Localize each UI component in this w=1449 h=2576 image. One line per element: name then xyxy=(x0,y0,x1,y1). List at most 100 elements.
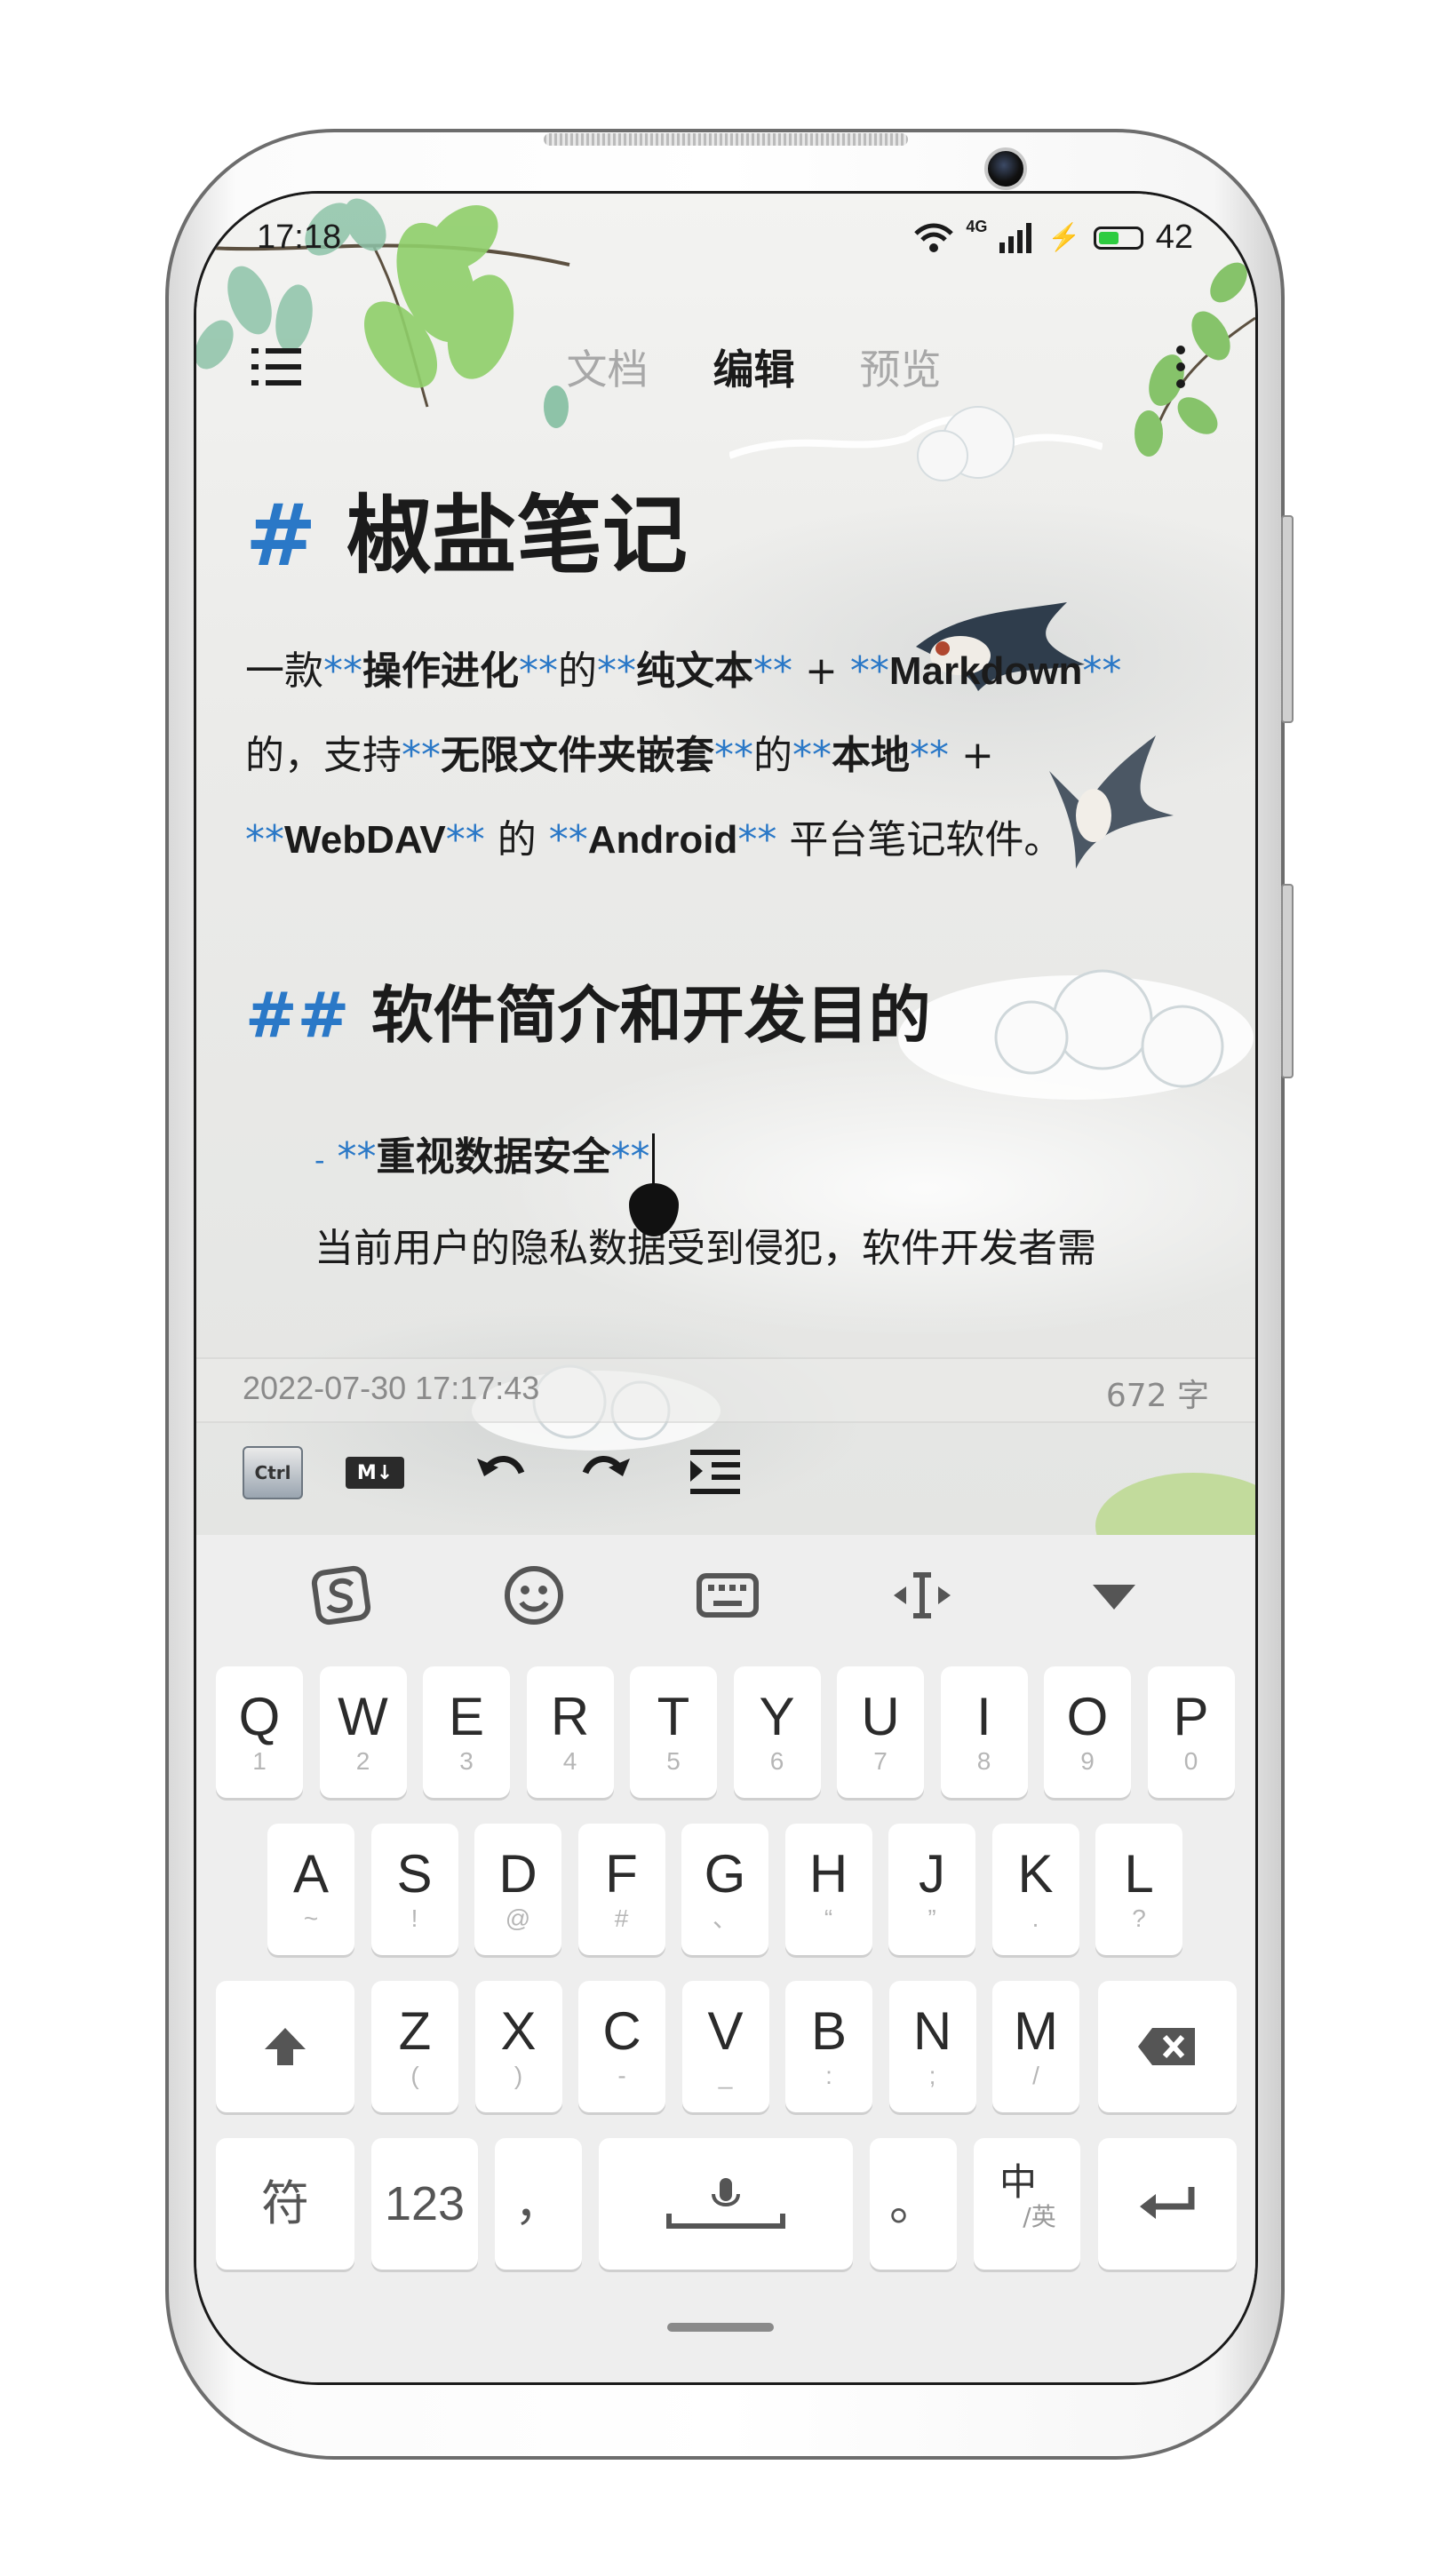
list-bold-text: 重视数据安全 xyxy=(376,1134,611,1180)
key-k[interactable]: K. xyxy=(991,1824,1079,1955)
key-label: L xyxy=(1124,1844,1154,1904)
key-sublabel: 3 xyxy=(459,1747,474,1775)
battery-icon xyxy=(1093,226,1143,250)
key-e[interactable]: E3 xyxy=(423,1666,510,1798)
key-j[interactable]: J” xyxy=(888,1824,975,1955)
markdown-editor[interactable]: # 椒盐笔记 一款**操作进化**的**纯文本** + **Markdown**… xyxy=(245,460,1214,1276)
redo-icon[interactable] xyxy=(578,1446,633,1499)
key-z[interactable]: Z( xyxy=(371,1981,458,2112)
more-options-icon[interactable] xyxy=(1175,345,1186,389)
key-sublabel: 6 xyxy=(769,1747,784,1775)
key-x[interactable]: X) xyxy=(474,1981,562,2112)
tab-edit[interactable]: 编辑 xyxy=(681,338,827,396)
modified-date: 2022-07-30 17:17:43 xyxy=(243,1370,540,1406)
undo-icon[interactable] xyxy=(474,1446,529,1499)
key-label: 符 xyxy=(261,2177,309,2230)
soft-keyboard: Q 1 W 2 E 3 R 4 T 5 Y 6 U 7 I 8 O 9 P 0 A ~ S! D @ F # G、 H “J” K. L? Z(… xyxy=(196,1535,1255,2382)
bold-mark: ** xyxy=(610,1134,650,1180)
text-run: 的 xyxy=(484,817,549,863)
sogou-logo-icon[interactable] xyxy=(306,1560,377,1631)
key-g[interactable]: G、 xyxy=(681,1824,768,1955)
key-sublabel: ? xyxy=(1132,1904,1146,1932)
lang-sub-label: /英 xyxy=(1023,2201,1056,2231)
power-button xyxy=(1281,884,1294,1078)
key-a[interactable]: A ~ xyxy=(267,1824,354,1955)
key-label: S xyxy=(396,1844,433,1904)
text-run: + xyxy=(949,733,1007,778)
keyboard-icon[interactable] xyxy=(692,1560,763,1631)
key-l[interactable]: L? xyxy=(1095,1824,1182,1955)
battery-level: 42 xyxy=(1155,219,1193,256)
indent-icon[interactable] xyxy=(690,1446,740,1499)
key-n[interactable]: N; xyxy=(888,1981,976,2112)
key-t[interactable]: T5 xyxy=(630,1666,717,1798)
key-sublabel: “ xyxy=(824,1904,833,1932)
key-label: C xyxy=(602,2001,641,2061)
key-sublabel: @ xyxy=(505,1904,531,1932)
key-u[interactable]: U7 xyxy=(837,1666,924,1798)
enter-key[interactable] xyxy=(1098,2138,1237,2270)
text-run: 一款 xyxy=(245,648,323,694)
list-item: - **重视数据安全** xyxy=(245,1131,1214,1236)
key-sublabel: ” xyxy=(928,1904,936,1932)
view-tabs: 文档 编辑 预览 xyxy=(534,338,974,396)
key-label: ， xyxy=(514,2177,562,2230)
hide-keyboard-icon[interactable] xyxy=(1079,1560,1150,1631)
bold-mark: ** xyxy=(1082,648,1122,694)
key-label: W xyxy=(338,1687,388,1746)
home-indicator[interactable] xyxy=(667,2323,774,2332)
key-b[interactable]: B: xyxy=(785,1981,872,2112)
heading-2-mark: ## xyxy=(245,979,350,1052)
app-top-bar: 文档 编辑 预览 xyxy=(196,318,1255,416)
key-i[interactable]: I8 xyxy=(940,1666,1028,1798)
key-sublabel: : xyxy=(825,2062,832,2089)
key-v[interactable]: V _ xyxy=(681,1981,769,2112)
key-c[interactable]: C- xyxy=(578,1981,665,2112)
key-label: F xyxy=(605,1844,638,1904)
backspace-key[interactable] xyxy=(1098,1981,1237,2112)
shift-key[interactable] xyxy=(216,1981,354,2112)
bold-mark: ** xyxy=(402,733,441,778)
key-label: M xyxy=(1014,2001,1058,2061)
text-cursor[interactable] xyxy=(628,1133,679,1236)
space-key[interactable] xyxy=(599,2138,853,2270)
menu-icon[interactable] xyxy=(251,345,301,389)
key-m[interactable]: M / xyxy=(992,1981,1079,2112)
wifi-icon xyxy=(914,223,954,252)
key-sublabel: 8 xyxy=(976,1747,991,1775)
bold-mark: ** xyxy=(323,648,362,694)
key-h[interactable]: H “ xyxy=(784,1824,872,1955)
emoji-icon[interactable] xyxy=(498,1560,569,1631)
key-s[interactable]: S! xyxy=(370,1824,458,1955)
key-d[interactable]: D @ xyxy=(474,1824,561,1955)
key-label: T xyxy=(657,1687,690,1746)
comma-key[interactable]: ， xyxy=(495,2138,582,2270)
ctrl-button[interactable]: Ctrl xyxy=(243,1446,303,1499)
language-switch-key[interactable]: 中/英 xyxy=(974,2138,1080,2270)
tab-preview[interactable]: 预览 xyxy=(827,338,974,396)
cursor-move-icon[interactable] xyxy=(887,1560,958,1631)
key-p[interactable]: P0 xyxy=(1147,1666,1235,1798)
key-q[interactable]: Q1 xyxy=(216,1666,303,1798)
key-sublabel: 、 xyxy=(712,1904,737,1932)
key-r[interactable]: R4 xyxy=(526,1666,614,1798)
period-key[interactable]: 。 xyxy=(870,2138,957,2270)
key-sublabel: 2 xyxy=(355,1747,370,1775)
key-label: D xyxy=(498,1844,537,1904)
volume-button xyxy=(1281,515,1294,723)
keyboard-toolbar xyxy=(196,1535,1255,1650)
tab-document[interactable]: 文档 xyxy=(534,338,681,396)
key-sublabel: ) xyxy=(514,2062,523,2089)
symbols-key[interactable]: 符 xyxy=(216,2138,354,2270)
bold-mark: ** xyxy=(548,817,588,863)
key-o[interactable]: O9 xyxy=(1044,1666,1131,1798)
numbers-key[interactable]: 123 xyxy=(371,2138,478,2270)
key-f[interactable]: F # xyxy=(577,1824,665,1955)
markdown-button[interactable]: M↓ xyxy=(346,1457,404,1489)
key-y[interactable]: Y6 xyxy=(733,1666,821,1798)
key-sublabel: . xyxy=(1031,1904,1039,1932)
key-w[interactable]: W2 xyxy=(319,1666,407,1798)
heading-2: ## 软件简介和开发目的 xyxy=(245,966,1214,1064)
bold-mark: ** xyxy=(910,733,949,778)
bold-mark: ** xyxy=(337,1134,377,1180)
